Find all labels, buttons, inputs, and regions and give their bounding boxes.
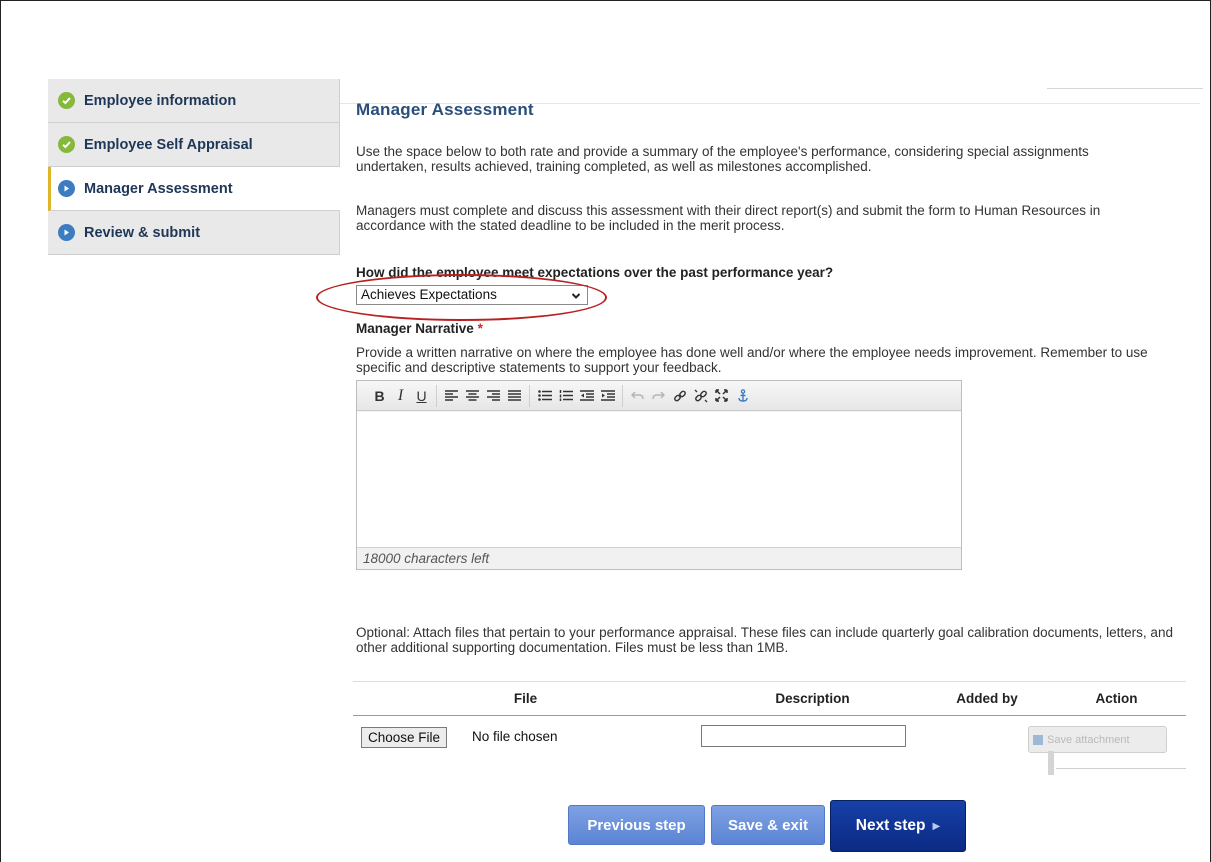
divider xyxy=(1056,768,1186,769)
sidebar-item-employee-self-appraisal[interactable]: Employee Self Appraisal xyxy=(48,123,340,167)
next-step-button[interactable]: Next step ▶ xyxy=(830,800,966,852)
scroll-handle[interactable] xyxy=(1048,751,1054,775)
chevron-down-icon xyxy=(571,289,581,304)
underline-button[interactable]: U xyxy=(411,386,432,406)
narrative-textarea[interactable] xyxy=(357,412,961,547)
narrative-editor: B I U 18000 characters left xyxy=(356,380,962,570)
align-left-icon[interactable] xyxy=(441,386,462,406)
outdent-icon[interactable] xyxy=(576,386,597,406)
indent-icon[interactable] xyxy=(597,386,618,406)
narrative-label: Manager Narrative * xyxy=(356,321,483,336)
file-status: No file chosen xyxy=(472,729,558,744)
next-step-label: Next step xyxy=(855,817,926,834)
save-attachment-button[interactable]: Save attachment xyxy=(1028,726,1167,753)
attach-note: Optional: Attach files that pertain to y… xyxy=(356,625,1173,655)
italic-button[interactable]: I xyxy=(390,386,411,406)
sidebar-item-label: Employee Self Appraisal xyxy=(84,136,253,153)
table-header: File Description Added by Action xyxy=(353,682,1186,716)
numbered-list-icon[interactable] xyxy=(555,386,576,406)
check-circle-icon xyxy=(58,92,75,109)
undo-icon[interactable] xyxy=(627,386,648,406)
check-circle-icon xyxy=(58,136,75,153)
sidebar-item-manager-assessment[interactable]: Manager Assessment xyxy=(48,167,340,211)
rating-select[interactable]: Achieves Expectations xyxy=(356,285,588,305)
rating-question: How did the employee meet expectations o… xyxy=(356,265,834,280)
arrow-right-icon: ▶ xyxy=(932,820,941,832)
main-content: Manager Assessment Use the space below t… xyxy=(316,95,1186,775)
sidebar-item-review-submit[interactable]: Review & submit xyxy=(48,211,340,255)
save-exit-button[interactable]: Save & exit xyxy=(711,805,825,845)
sidebar-item-label: Employee information xyxy=(84,92,237,109)
narrative-label-text: Manager Narrative xyxy=(356,321,474,336)
divider xyxy=(1047,88,1203,89)
sidebar-item-label: Manager Assessment xyxy=(84,180,233,197)
align-center-icon[interactable] xyxy=(462,386,483,406)
instructions-text: Managers must complete and discuss this … xyxy=(356,203,1101,233)
description-input[interactable] xyxy=(701,725,906,747)
align-right-icon[interactable] xyxy=(483,386,504,406)
unlink-icon[interactable] xyxy=(690,386,711,406)
anchor-icon[interactable] xyxy=(732,386,753,406)
link-icon[interactable] xyxy=(669,386,690,406)
fullscreen-icon[interactable] xyxy=(711,386,732,406)
editor-toolbar: B I U xyxy=(357,381,961,411)
header-description: Description xyxy=(775,691,850,706)
sidebar-item-label: Review & submit xyxy=(84,224,201,241)
previous-step-button[interactable]: Previous step xyxy=(568,805,705,845)
intro-text: Use the space below to both rate and pro… xyxy=(356,144,1089,174)
choose-file-button[interactable]: Choose File xyxy=(361,727,448,748)
characters-left: 18000 characters left xyxy=(357,547,961,569)
table-row: Choose File No file chosen Save attachme… xyxy=(353,716,1186,768)
sidebar-item-employee-information[interactable]: Employee information xyxy=(48,79,340,123)
required-marker: * xyxy=(477,321,483,336)
page-title: Manager Assessment xyxy=(356,100,534,119)
redo-icon[interactable] xyxy=(648,386,669,406)
header-added-by: Added by xyxy=(956,691,1018,706)
narrative-help-text: Provide a written narrative on where the… xyxy=(356,345,1148,375)
bullet-list-icon[interactable] xyxy=(534,386,555,406)
step-navigation: Employee information Employee Self Appra… xyxy=(48,79,340,255)
step-circle-icon xyxy=(58,180,75,197)
header-file: File xyxy=(513,691,538,706)
bold-button[interactable]: B xyxy=(369,386,390,406)
header-action: Action xyxy=(1095,691,1138,706)
rating-selected-value: Achieves Expectations xyxy=(361,287,497,302)
attachment-icon xyxy=(1033,734,1043,745)
step-circle-icon xyxy=(58,224,75,241)
align-justify-icon[interactable] xyxy=(504,386,525,406)
attachments-table: File Description Added by Action Choose … xyxy=(353,681,1186,768)
save-attachment-label: Save attachment xyxy=(1047,733,1130,746)
